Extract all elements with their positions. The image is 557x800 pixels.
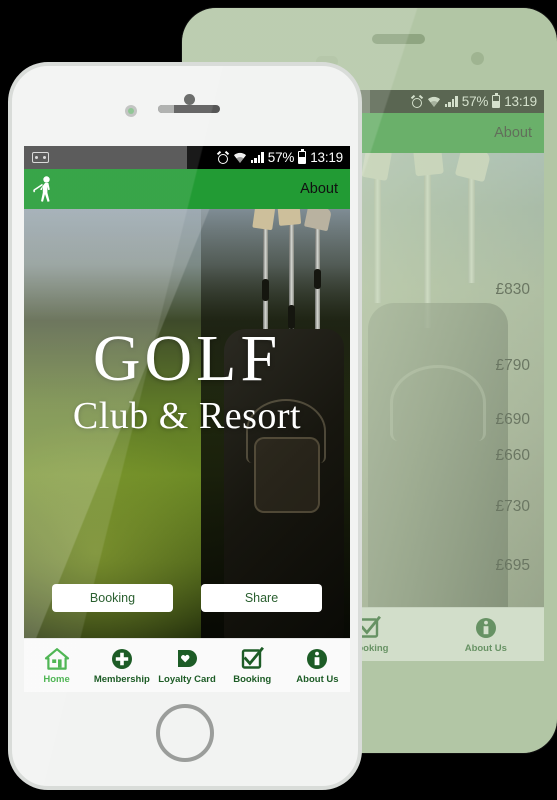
rate-price: £790 [495,356,530,374]
heart-badge-icon [175,647,199,671]
front-phone-sensor [125,105,137,117]
battery-percent: 57% [461,94,489,109]
checkbox-icon [240,646,265,671]
signal-bars-icon [250,152,264,163]
share-button[interactable]: Share [201,584,322,612]
nav-label: About Us [296,673,339,685]
battery-icon [298,149,307,164]
front-status-left [24,146,187,169]
front-phone-camera [184,94,195,105]
info-circle-icon [474,616,498,640]
page-subtitle: Club & Resort [72,394,302,437]
front-status-bar: 57% 13:19 [24,146,350,169]
nav-item-about-us[interactable]: About Us [285,639,350,692]
front-phone-earpiece-highlight [158,105,174,113]
alarm-clock-icon [410,94,423,108]
voicemail-icon [32,152,49,163]
about-link[interactable]: About [300,181,338,197]
rate-price: £830 [495,281,530,299]
rate-price: £695 [495,556,530,574]
about-link[interactable]: About [494,125,532,141]
nav-item-booking[interactable]: Booking [220,639,285,692]
nav-item-loyalty-card[interactable]: Loyalty Card [154,639,219,692]
nav-label: Loyalty Card [158,673,216,685]
hero-actions: Booking Share [24,584,350,612]
nav-label: Membership [93,673,150,685]
nav-label: Home [43,673,70,685]
battery-percent: 57% [267,150,295,165]
signal-bars-icon [444,96,458,107]
screenshot-stage: 57% 13:19 About £830 £790 £690 £660 £730… [0,0,557,800]
back-phone-camera [471,52,484,65]
front-app-bar: About [24,169,350,209]
rate-price: £730 [495,497,530,515]
front-status-right: 57% 13:19 [187,146,350,169]
alarm-clock-icon [216,150,229,164]
wifi-icon [233,152,247,163]
back-phone-earpiece [372,34,425,44]
front-bottom-nav: Home Membership Loyalty Card Booking Abo… [24,638,350,692]
rate-price: £690 [495,410,530,428]
hero-section: GOLF Club & Resort Booking Share [24,209,350,638]
home-icon [44,647,70,671]
wifi-icon [427,96,441,107]
golfer-icon[interactable] [32,175,58,203]
clock-time: 13:19 [310,150,343,165]
front-phone-device: 57% 13:19 About GOLF Club & Resort Booki… [8,62,362,790]
clock-time: 13:19 [504,94,537,109]
home-button[interactable] [156,704,214,762]
page-title: GOLF [92,322,282,395]
back-status-right: 57% 13:19 [370,90,545,113]
nav-item-membership[interactable]: Membership [89,639,154,692]
rate-price: £660 [495,447,530,465]
plus-circle-icon [110,647,134,671]
booking-button[interactable]: Booking [52,584,173,612]
nav-label: About Us [464,642,507,654]
nav-label: Booking [233,673,272,685]
front-phone-screen: 57% 13:19 About GOLF Club & Resort Booki… [24,146,350,692]
battery-icon [492,93,501,108]
nav-item-about-us[interactable]: About Us [428,608,544,661]
hero-title-block: GOLF Club & Resort [24,322,350,438]
info-circle-icon [305,647,329,671]
nav-item-home[interactable]: Home [24,639,89,692]
